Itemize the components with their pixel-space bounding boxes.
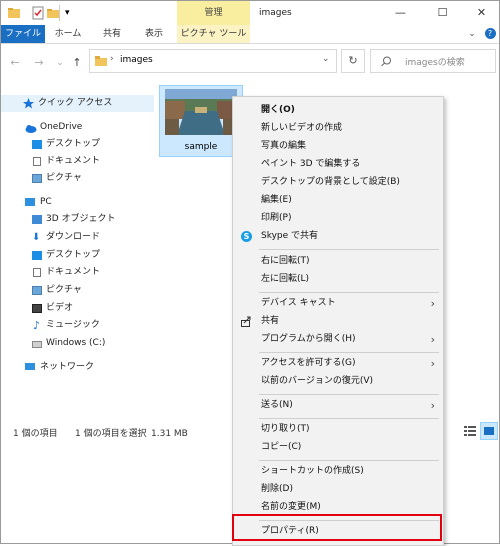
menu-open[interactable]: 開く(O): [233, 102, 443, 119]
pc-icon: [25, 198, 35, 206]
menu-skype-share[interactable]: S Skype で共有: [233, 228, 443, 245]
cloud-icon: [25, 123, 37, 133]
download-arrow-icon: ⬇: [32, 232, 41, 243]
close-button[interactable]: ✕: [465, 1, 498, 25]
file-name-label: sample: [184, 142, 218, 152]
submenu-arrow-icon: ›: [430, 399, 435, 412]
menu-cast-to-device[interactable]: デバイス キャスト ›: [233, 295, 443, 312]
menu-separator: [259, 249, 439, 250]
menu-print[interactable]: 印刷(P): [233, 210, 443, 227]
window-title: images: [259, 8, 292, 18]
status-size: 1.31 MB: [151, 429, 188, 439]
pictures-icon: [32, 174, 42, 183]
tab-view[interactable]: 表示: [137, 25, 171, 43]
ribbon-tabs: ファイル ホーム 共有 表示 ピクチャ ツール ⌄ ?: [1, 25, 499, 44]
maximize-button[interactable]: ☐: [426, 1, 459, 25]
breadcrumb-separator: ›: [110, 54, 114, 64]
new-folder-qat-icon[interactable]: [46, 6, 60, 20]
menu-separator: [259, 292, 439, 293]
properties-qat-icon[interactable]: [31, 6, 45, 20]
video-icon: [32, 304, 42, 313]
pictures-icon: [32, 286, 42, 295]
menu-create-shortcut[interactable]: ショートカットの作成(S): [233, 463, 443, 480]
menu-separator: [259, 418, 439, 419]
search-placeholder: imagesの検索: [405, 58, 465, 68]
ribbon-expand-icon[interactable]: ⌄: [465, 25, 479, 43]
menu-cut[interactable]: 切り取り(T): [233, 421, 443, 438]
menu-rotate-left[interactable]: 左に回転(L): [233, 271, 443, 288]
address-dropdown-icon[interactable]: ⌄: [322, 54, 330, 64]
refresh-button[interactable]: ↻: [341, 49, 365, 73]
qat-dropdown-icon[interactable]: ▾: [65, 6, 70, 20]
breadcrumb-images[interactable]: images: [120, 55, 153, 65]
documents-icon: [33, 268, 41, 277]
explorer-window: ▾ 管理 images — ☐ ✕ ファイル ホーム 共有 表示 ピクチャ ツー…: [0, 0, 500, 546]
nav-quick-access[interactable]: クイック アクセス: [1, 95, 154, 112]
menu-restore-previous[interactable]: 以前のバージョンの復元(V): [233, 373, 443, 390]
manage-context-tab[interactable]: 管理: [177, 1, 250, 25]
desktop-icon: [32, 251, 42, 260]
up-button[interactable]: ↑: [70, 56, 84, 70]
context-menu: 開く(O) 新しいビデオの作成 写真の編集 ペイント 3D で編集する デスクト…: [232, 96, 444, 546]
menu-edit-photo[interactable]: 写真の編集: [233, 138, 443, 155]
menu-separator: [259, 352, 439, 353]
drive-icon: [32, 341, 42, 348]
network-icon: [25, 363, 35, 370]
menu-set-desktop-background[interactable]: デスクトップの背景として設定(B): [233, 174, 443, 191]
menu-give-access[interactable]: アクセスを許可する(G) ›: [233, 355, 443, 372]
menu-separator: [259, 394, 439, 395]
submenu-arrow-icon: ›: [430, 333, 435, 346]
menu-share[interactable]: 共有: [233, 313, 443, 330]
large-icons-view-icon[interactable]: [480, 422, 498, 440]
tab-picture-tools[interactable]: ピクチャ ツール: [177, 25, 250, 43]
submenu-arrow-icon: ›: [430, 357, 435, 370]
help-icon[interactable]: ?: [483, 25, 497, 43]
folder-icon: [95, 56, 107, 69]
documents-icon: [33, 157, 41, 166]
sample-thumbnail: [165, 89, 237, 135]
submenu-arrow-icon: ›: [430, 297, 435, 310]
menu-new-video[interactable]: 新しいビデオの作成: [233, 120, 443, 137]
menu-copy[interactable]: コピー(C): [233, 439, 443, 456]
tab-home[interactable]: ホーム: [49, 25, 87, 43]
menu-rotate-right[interactable]: 右に回転(T): [233, 253, 443, 270]
qat-separator: [59, 5, 60, 21]
details-view-icon[interactable]: [463, 424, 477, 438]
status-selected: 1 個の項目を選択: [75, 429, 147, 439]
minimize-button[interactable]: —: [384, 1, 417, 25]
skype-icon: S: [241, 231, 252, 242]
menu-edit[interactable]: 編集(E): [233, 192, 443, 209]
title-bar: ▾ 管理 images — ☐ ✕: [1, 1, 499, 25]
menu-edit-paint3d[interactable]: ペイント 3D で編集する: [233, 156, 443, 173]
star-icon: [23, 98, 34, 109]
explorer-folder-icon: [7, 6, 21, 20]
search-input[interactable]: imagesの検索: [370, 49, 496, 73]
tab-file[interactable]: ファイル: [1, 25, 45, 43]
back-button[interactable]: ←: [8, 56, 22, 70]
status-item-count: 1 個の項目: [13, 429, 58, 439]
recent-locations-icon[interactable]: ⌄: [53, 56, 67, 70]
3d-objects-icon: [32, 215, 42, 224]
properties-highlight-box: [232, 514, 442, 541]
menu-delete[interactable]: 削除(D): [233, 481, 443, 498]
tab-share[interactable]: 共有: [95, 25, 129, 43]
menu-open-with[interactable]: プログラムから開く(H) ›: [233, 331, 443, 348]
music-note-icon: ♪: [33, 319, 41, 332]
file-item-sample[interactable]: sample: [159, 85, 243, 157]
search-icon: [381, 56, 392, 70]
desktop-icon: [32, 140, 42, 149]
menu-send-to[interactable]: 送る(N) ›: [233, 397, 443, 414]
forward-button[interactable]: →: [32, 56, 46, 70]
address-bar[interactable]: › images ⌄: [89, 49, 337, 73]
menu-separator: [259, 460, 439, 461]
